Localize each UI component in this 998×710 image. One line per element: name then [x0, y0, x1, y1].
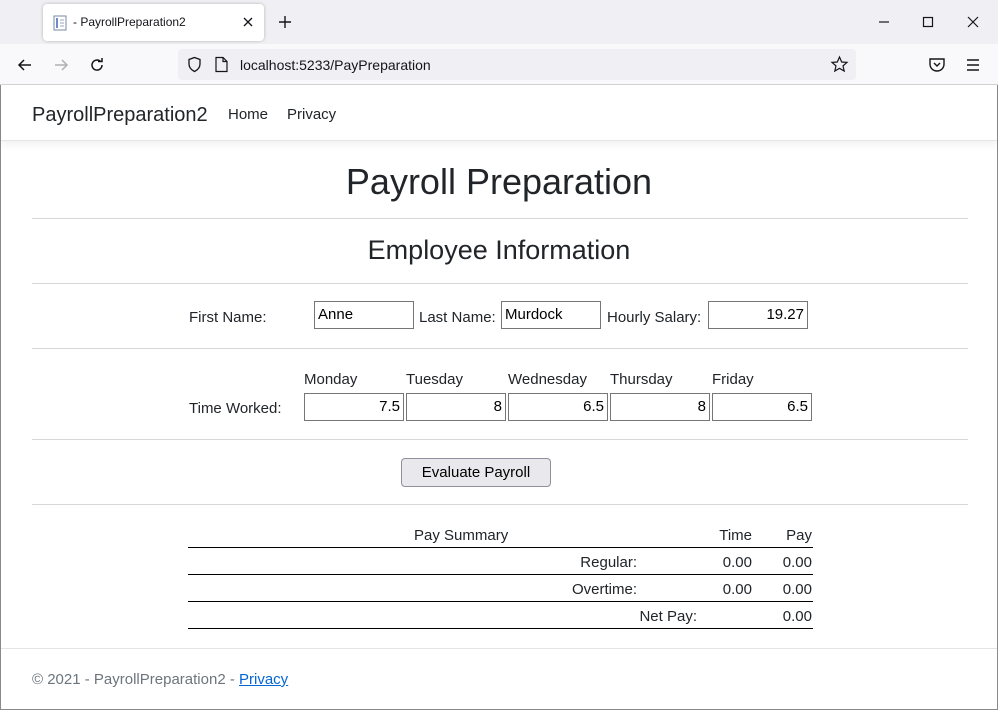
divider [32, 439, 968, 440]
site-footer: © 2021 - PayrollPreparation2 - Privacy [32, 671, 288, 688]
minimize-icon[interactable] [874, 12, 894, 32]
evaluate-payroll-button[interactable]: Evaluate Payroll [401, 458, 551, 487]
maximize-icon[interactable] [918, 12, 938, 32]
tab-title: - PayrollPreparation2 [73, 15, 186, 29]
address-bar[interactable]: localhost:5233/PayPreparation [178, 49, 856, 80]
footer-privacy-link[interactable]: Privacy [239, 671, 288, 688]
friday-input[interactable]: 6.5 [712, 393, 812, 421]
menu-icon[interactable] [963, 55, 983, 75]
browser-titlebar: - PayrollPreparation2 [0, 0, 998, 44]
first-name-input[interactable]: Anne [314, 301, 414, 329]
pay-column-header: Pay [786, 527, 812, 544]
url-text: localhost:5233/PayPreparation [240, 57, 431, 73]
time-column-header: Time [719, 527, 752, 544]
nav-home-link[interactable]: Home [228, 106, 268, 123]
wednesday-input[interactable]: 6.5 [508, 393, 608, 421]
row-separator [188, 601, 813, 602]
row-separator [188, 547, 813, 548]
overtime-pay: 0.00 [782, 581, 812, 598]
thursday-input[interactable]: 8 [610, 393, 710, 421]
overtime-label: Overtime: [571, 581, 637, 598]
divider [32, 283, 968, 284]
page-title: Payroll Preparation [345, 161, 653, 202]
regular-label: Regular: [580, 554, 637, 571]
regular-time: 0.00 [722, 554, 752, 571]
site-navbar: PayrollPreparation2 Home Privacy [1, 85, 997, 141]
net-pay-value: 0.00 [782, 608, 812, 625]
divider [32, 218, 968, 219]
page-info-icon[interactable] [214, 56, 229, 73]
last-name-label: Last Name: [419, 309, 496, 326]
pocket-icon[interactable] [927, 55, 947, 75]
shield-icon[interactable] [186, 56, 203, 73]
divider [32, 348, 968, 349]
reload-icon[interactable] [87, 55, 107, 75]
row-separator [188, 574, 813, 575]
footer-divider [1, 648, 997, 649]
page-content: PayrollPreparation2 Home Privacy Payroll… [0, 85, 998, 710]
section-title: Employee Information [367, 235, 631, 265]
new-tab-icon[interactable] [276, 13, 294, 31]
regular-pay: 0.00 [782, 554, 812, 571]
overtime-time: 0.00 [722, 581, 752, 598]
browser-toolbar: localhost:5233/PayPreparation [0, 44, 998, 85]
footer-text: © 2021 - PayrollPreparation2 - [32, 671, 239, 688]
monday-label: Monday [304, 371, 358, 388]
divider [32, 504, 968, 505]
wednesday-label: Wednesday [508, 371, 587, 388]
close-tab-icon[interactable] [240, 14, 256, 30]
hourly-salary-input[interactable]: 19.27 [708, 301, 808, 329]
forward-icon[interactable] [51, 55, 71, 75]
thursday-label: Thursday [610, 371, 673, 388]
pay-summary-header: Pay Summary [414, 527, 509, 544]
back-icon[interactable] [15, 55, 35, 75]
friday-label: Friday [712, 371, 754, 388]
last-name-input[interactable]: Murdock [501, 301, 601, 329]
close-window-icon[interactable] [963, 12, 983, 32]
site-brand[interactable]: PayrollPreparation2 [32, 104, 208, 127]
hourly-salary-label: Hourly Salary: [607, 309, 702, 326]
tuesday-label: Tuesday [406, 371, 463, 388]
monday-input[interactable]: 7.5 [304, 393, 404, 421]
first-name-label: First Name: [189, 309, 267, 326]
bookmark-star-icon[interactable] [830, 55, 849, 74]
page-icon [53, 15, 67, 31]
net-pay-label: Net Pay: [639, 608, 697, 625]
nav-privacy-link[interactable]: Privacy [287, 106, 336, 123]
time-worked-label: Time Worked: [189, 400, 282, 417]
row-separator [188, 628, 813, 629]
browser-tab[interactable]: - PayrollPreparation2 [43, 4, 264, 41]
tuesday-input[interactable]: 8 [406, 393, 506, 421]
